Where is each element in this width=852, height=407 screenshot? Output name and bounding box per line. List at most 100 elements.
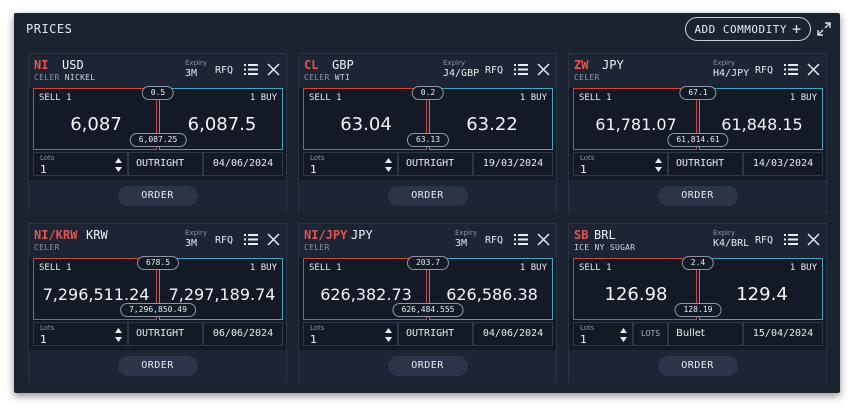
list-icon[interactable]	[244, 233, 258, 246]
add-commodity-label: ADD COMMODITY	[694, 22, 788, 36]
rfq-button[interactable]: RFQ	[215, 235, 233, 246]
spread-pill: 0.2	[411, 86, 445, 100]
date-field[interactable]: 14/03/2024	[743, 152, 823, 176]
exchange: CELER	[304, 243, 330, 252]
list-icon[interactable]	[244, 63, 258, 76]
date-field[interactable]: 04/06/2024	[473, 322, 553, 346]
expiry-value[interactable]: K4/BRL	[713, 238, 749, 249]
order-button[interactable]: ORDER	[657, 356, 738, 376]
panel-title: PRICES	[26, 22, 73, 36]
commodity-code: NI/KRW	[34, 228, 78, 242]
price-area: SELL 1 61,781.07 1 BUY 61,848.15 67.1 61…	[573, 86, 823, 150]
order-row: ORDER	[569, 180, 826, 214]
commodity-code: NI/JPY	[304, 228, 348, 242]
exchange: CELER	[34, 73, 60, 82]
order-controls: Lots 1 LOTS Bullet 15/04/2024	[573, 322, 823, 346]
close-icon[interactable]	[267, 63, 280, 76]
mid-price-pill: 128.19	[674, 303, 722, 317]
list-icon[interactable]	[784, 233, 798, 246]
order-button[interactable]: ORDER	[117, 356, 198, 376]
expiry-value[interactable]: 3M	[185, 68, 197, 79]
card-header: NI/KRW KRW CELER Expiry 3M RFQ	[29, 224, 286, 258]
lots-field[interactable]: Lots 1	[303, 322, 398, 346]
price-card-ni-krw: NI/KRW KRW CELER Expiry 3M RFQ SELL 1 7,…	[28, 223, 287, 384]
price-area: SELL 1 6,087 1 BUY 6,087.5 0.5 6,087.25	[33, 86, 283, 150]
close-icon[interactable]	[807, 233, 820, 246]
card-header: NI/JPY JPY CELER Expiry 3M RFQ	[299, 224, 556, 258]
buy-label: 1 BUY	[519, 263, 547, 273]
buy-price: 63.22	[466, 114, 518, 135]
sell-label: SELL 1	[309, 263, 342, 273]
price-card-sb-brl: SB BRL ICE NY SUGAR Expiry K4/BRL RFQ SE…	[568, 223, 827, 384]
card-header: CL GBP CELER WTI Expiry J4/GBP RFQ	[299, 54, 556, 88]
close-icon[interactable]	[537, 63, 550, 76]
expand-icon[interactable]	[817, 22, 831, 36]
close-icon[interactable]	[807, 63, 820, 76]
list-icon[interactable]	[784, 63, 798, 76]
exchange-label: ICE NY SUGAR	[574, 243, 635, 252]
expiry-label: Expiry	[443, 59, 465, 67]
order-button[interactable]: ORDER	[387, 186, 468, 206]
mode-select[interactable]: OUTRIGHT	[398, 322, 473, 346]
stepper-icon[interactable]	[114, 327, 123, 343]
lots-value: 1	[40, 333, 47, 346]
buy-price: 129.4	[736, 284, 788, 305]
rfq-button[interactable]: RFQ	[485, 235, 503, 246]
sell-label: SELL 1	[39, 93, 72, 103]
lots-value: 1	[580, 163, 587, 176]
date-field[interactable]: 06/06/2024	[203, 322, 283, 346]
close-icon[interactable]	[267, 233, 280, 246]
mode-select[interactable]: OUTRIGHT	[398, 152, 473, 176]
mid-price-pill: 626,484.555	[392, 303, 464, 317]
lots-field[interactable]: Lots 1	[573, 322, 633, 346]
buy-label: 1 BUY	[519, 93, 547, 103]
expiry-label: Expiry	[713, 229, 735, 237]
rfq-button[interactable]: RFQ	[755, 65, 773, 76]
rfq-button[interactable]: RFQ	[215, 65, 233, 76]
order-button[interactable]: ORDER	[117, 186, 198, 206]
order-button[interactable]: ORDER	[387, 356, 468, 376]
expiry-value[interactable]: J4/GBP	[443, 68, 479, 79]
order-button[interactable]: ORDER	[657, 186, 738, 206]
spread-pill: 2.4	[681, 256, 715, 270]
mode-select[interactable]: OUTRIGHT	[128, 152, 203, 176]
stepper-icon[interactable]	[619, 327, 628, 343]
mid-price-pill: 6,087.25	[129, 133, 187, 147]
stepper-icon[interactable]	[384, 157, 393, 173]
lots-label: Lots	[40, 154, 55, 162]
list-icon[interactable]	[514, 63, 528, 76]
lots-field[interactable]: Lots 1	[33, 152, 128, 176]
sell-label: SELL 1	[579, 263, 612, 273]
list-icon[interactable]	[514, 233, 528, 246]
mid-price-pill: 63.13	[406, 133, 450, 147]
mid-price-pill: 7,296,850.49	[120, 303, 196, 317]
stepper-icon[interactable]	[384, 327, 393, 343]
lots-field[interactable]: Lots 1	[573, 152, 668, 176]
add-commodity-button[interactable]: ADD COMMODITY +	[685, 17, 811, 41]
date-field[interactable]: 15/04/2024	[743, 322, 823, 346]
rfq-button[interactable]: RFQ	[755, 235, 773, 246]
expiry-value[interactable]: 3M	[455, 238, 467, 249]
expiry-label: Expiry	[185, 59, 207, 67]
rfq-button[interactable]: RFQ	[485, 65, 503, 76]
date-field[interactable]: 19/03/2024	[473, 152, 553, 176]
lots-field[interactable]: Lots 1	[303, 152, 398, 176]
mode-select[interactable]: OUTRIGHT	[128, 322, 203, 346]
mode-select[interactable]: Bullet	[668, 322, 743, 346]
stepper-icon[interactable]	[114, 157, 123, 173]
sell-price: 61,781.07	[595, 115, 677, 134]
currency: USD	[62, 58, 84, 72]
expiry-value[interactable]: H4/JPY	[713, 68, 749, 79]
card-header: NI USD CELER NICKEL Expiry 3M RFQ	[29, 54, 286, 88]
close-icon[interactable]	[537, 233, 550, 246]
sell-price: 7,296,511.24	[42, 285, 150, 304]
mode-select[interactable]: OUTRIGHT	[668, 152, 743, 176]
expiry-value[interactable]: 3M	[185, 238, 197, 249]
exchange: CELER	[304, 73, 330, 82]
lots-label: Lots	[40, 324, 55, 332]
lots-field[interactable]: Lots 1	[33, 322, 128, 346]
date-field[interactable]: 04/06/2024	[203, 152, 283, 176]
lots-label: Lots	[310, 324, 325, 332]
spread-pill: 203.7	[406, 256, 450, 270]
stepper-icon[interactable]	[654, 157, 663, 173]
